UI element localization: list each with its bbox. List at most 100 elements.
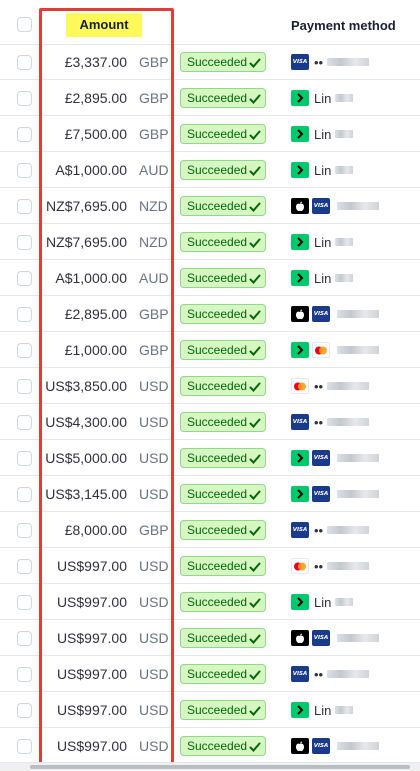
payment-method-column-header[interactable]: Payment method — [291, 18, 396, 33]
row-checkbox[interactable] — [17, 271, 32, 286]
status-label: Succeeded — [187, 631, 248, 645]
payment-method-cell: Lin — [291, 160, 354, 180]
visa-icon: VISA — [312, 306, 330, 322]
table-row[interactable]: US$4,300.00 USD Succeeded VISA •• — [0, 404, 420, 440]
table-row[interactable]: US$997.00 USD Succeeded Lin — [0, 584, 420, 620]
amount-value: US$4,300.00 — [45, 414, 127, 430]
redacted-details — [335, 706, 354, 714]
payment-method-cell: VISA — [291, 484, 379, 504]
row-checkbox[interactable] — [17, 379, 32, 394]
payment-method-cell: VISA — [291, 196, 379, 216]
redacted-details — [335, 94, 354, 102]
table-row[interactable]: £7,500.00 GBP Succeeded Lin — [0, 116, 420, 152]
status-label: Succeeded — [187, 559, 248, 573]
row-checkbox[interactable] — [17, 199, 32, 214]
redacted-details — [337, 454, 379, 462]
currency-code: AUD — [139, 162, 169, 178]
redacted-details — [335, 274, 354, 282]
currency-code: GBP — [139, 306, 169, 322]
payment-method-cell: Lin — [291, 268, 354, 288]
apple-pay-icon — [291, 630, 309, 646]
table-row[interactable]: US$997.00 USD Succeeded VISA — [0, 728, 420, 764]
row-checkbox[interactable] — [17, 415, 32, 430]
table-row[interactable]: £1,000.00 GBP Succeeded — [0, 332, 420, 368]
amount-value: £2,895.00 — [64, 90, 127, 106]
table-row[interactable]: NZ$7,695.00 NZD Succeeded VISA — [0, 188, 420, 224]
table-row[interactable]: US$997.00 USD Succeeded •• — [0, 548, 420, 584]
currency-code: USD — [139, 702, 169, 718]
status-badge: Succeeded — [180, 664, 266, 684]
status-label: Succeeded — [187, 379, 248, 393]
status-badge: Succeeded — [180, 88, 266, 108]
table-row[interactable]: £8,000.00 GBP Succeeded VISA •• — [0, 512, 420, 548]
amount-column-header[interactable]: Amount — [66, 13, 142, 37]
row-checkbox[interactable] — [17, 163, 32, 178]
table-row[interactable]: US$3,145.00 USD Succeeded VISA — [0, 476, 420, 512]
redacted-details — [327, 526, 370, 534]
table-row[interactable]: A$1,000.00 AUD Succeeded Lin — [0, 260, 420, 296]
table-row[interactable]: £3,337.00 GBP Succeeded VISA •• — [0, 44, 420, 80]
payment-method-cell: Lin — [291, 700, 354, 720]
payment-method-text: •• — [314, 54, 324, 70]
select-all-checkbox[interactable] — [17, 17, 32, 32]
amount-value: US$997.00 — [56, 630, 127, 646]
checkmark-icon — [249, 128, 261, 146]
payment-method-text: •• — [314, 378, 324, 394]
status-badge: Succeeded — [180, 484, 266, 504]
status-label: Succeeded — [187, 415, 248, 429]
row-checkbox[interactable] — [17, 91, 32, 106]
link-icon — [291, 450, 309, 466]
payment-method-cell: VISA •• — [291, 52, 370, 72]
row-checkbox[interactable] — [17, 307, 32, 322]
status-badge: Succeeded — [180, 556, 266, 576]
checkmark-icon — [249, 272, 261, 290]
checkmark-icon — [249, 668, 261, 686]
row-checkbox[interactable] — [17, 595, 32, 610]
table-row[interactable]: A$1,000.00 AUD Succeeded Lin — [0, 152, 420, 188]
checkmark-icon — [249, 236, 261, 254]
row-checkbox[interactable] — [17, 739, 32, 754]
payment-method-cell — [291, 340, 379, 360]
amount-value: US$997.00 — [56, 666, 127, 682]
payment-method-cell: Lin — [291, 124, 354, 144]
table-row[interactable]: NZ$7,695.00 NZD Succeeded Lin — [0, 224, 420, 260]
row-checkbox[interactable] — [17, 451, 32, 466]
checkmark-icon — [249, 452, 261, 470]
row-checkbox[interactable] — [17, 667, 32, 682]
row-checkbox[interactable] — [17, 523, 32, 538]
status-label: Succeeded — [187, 739, 248, 753]
table-row[interactable]: £2,895.00 GBP Succeeded Lin — [0, 80, 420, 116]
payment-method-text: Lin — [314, 234, 332, 250]
row-checkbox[interactable] — [17, 343, 32, 358]
row-checkbox[interactable] — [17, 55, 32, 70]
mastercard-icon — [291, 378, 309, 394]
table-row[interactable]: US$3,850.00 USD Succeeded •• — [0, 368, 420, 404]
payment-method-cell: •• — [291, 376, 370, 396]
scrollbar-thumb[interactable] — [30, 765, 410, 769]
checkmark-icon — [249, 344, 261, 362]
row-checkbox[interactable] — [17, 487, 32, 502]
table-row[interactable]: £2,895.00 GBP Succeeded VISA — [0, 296, 420, 332]
table-row[interactable]: US$5,000.00 USD Succeeded VISA — [0, 440, 420, 476]
row-checkbox[interactable] — [17, 631, 32, 646]
row-checkbox[interactable] — [17, 235, 32, 250]
row-checkbox[interactable] — [17, 559, 32, 574]
redacted-details — [337, 310, 379, 318]
checkmark-icon — [249, 488, 261, 506]
status-badge: Succeeded — [180, 304, 266, 324]
table-row[interactable]: US$997.00 USD Succeeded VISA — [0, 620, 420, 656]
table-row[interactable]: US$997.00 USD Succeeded Lin — [0, 692, 420, 728]
table-row[interactable]: US$997.00 USD Succeeded VISA •• — [0, 656, 420, 692]
payment-method-cell: VISA — [291, 628, 379, 648]
checkmark-icon — [249, 740, 261, 758]
status-label: Succeeded — [187, 127, 248, 141]
status-label: Succeeded — [187, 703, 248, 717]
status-badge: Succeeded — [180, 196, 266, 216]
row-checkbox[interactable] — [17, 703, 32, 718]
amount-value: £7,500.00 — [64, 126, 127, 142]
status-label: Succeeded — [187, 55, 248, 69]
checkmark-icon — [249, 92, 261, 110]
row-checkbox[interactable] — [17, 127, 32, 142]
visa-icon: VISA — [291, 414, 309, 430]
checkmark-icon — [249, 380, 261, 398]
